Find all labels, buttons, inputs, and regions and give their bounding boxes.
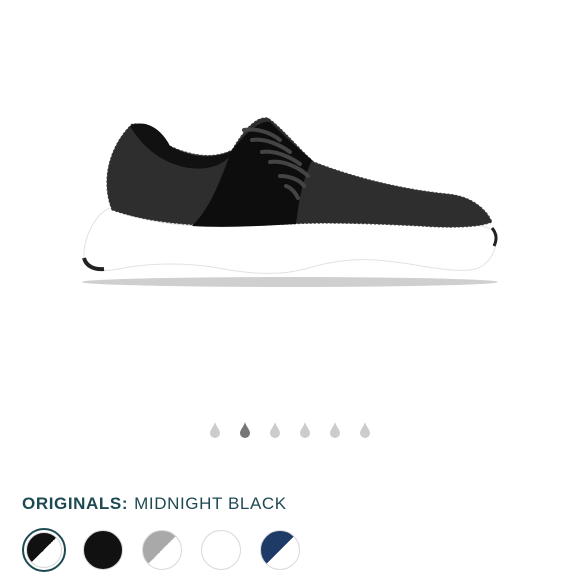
swatch-black-white-split[interactable] xyxy=(22,528,66,572)
swatch-black[interactable] xyxy=(81,528,125,572)
gallery-dot-icon[interactable] xyxy=(207,421,223,439)
product-image xyxy=(82,117,498,287)
collection-label: ORIGINALS: xyxy=(22,494,129,513)
gallery-dot-icon[interactable] xyxy=(267,421,283,439)
swatch-color xyxy=(26,532,62,568)
swatch-navy-white-split[interactable] xyxy=(258,528,302,572)
gallery-dot-icon[interactable] xyxy=(297,421,313,439)
swatch-color xyxy=(142,530,182,570)
swatch-color xyxy=(83,530,123,570)
swatch-color xyxy=(260,530,300,570)
product-page: ORIGINALS: MIDNIGHT BLACK xyxy=(0,0,580,580)
color-name: MIDNIGHT BLACK xyxy=(134,494,287,513)
gallery-dot-icon[interactable] xyxy=(357,421,373,439)
swatch-color xyxy=(201,530,241,570)
swatch-white[interactable] xyxy=(199,528,243,572)
gallery-pagination xyxy=(0,421,580,439)
gallery-dot-icon[interactable] xyxy=(327,421,343,439)
shoe-shadow xyxy=(82,277,498,287)
color-swatches xyxy=(22,528,302,572)
swatch-grey-white-split[interactable] xyxy=(140,528,184,572)
gallery-dot-icon[interactable] xyxy=(237,421,253,439)
product-title: ORIGINALS: MIDNIGHT BLACK xyxy=(22,494,287,514)
